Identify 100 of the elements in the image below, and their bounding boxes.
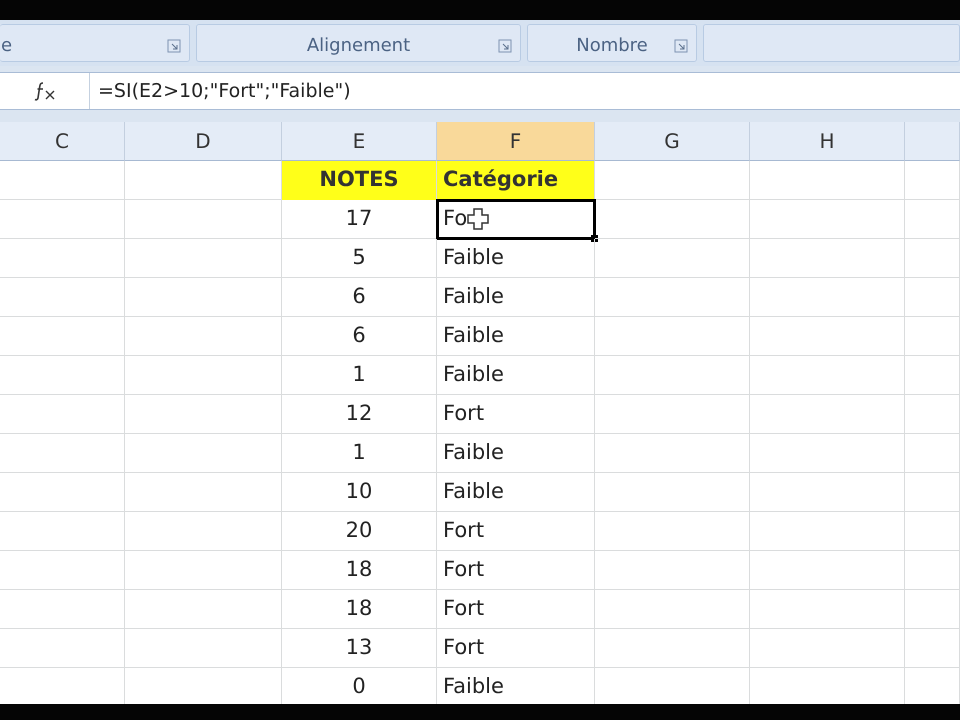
empty-cell[interactable]	[0, 629, 125, 668]
empty-cell[interactable]	[750, 629, 905, 668]
empty-cell[interactable]	[0, 161, 125, 200]
dialog-launcher-icon[interactable]	[167, 39, 181, 53]
category-cell-text: Fort	[443, 556, 484, 584]
number-cell: 1	[282, 356, 437, 395]
empty-cell[interactable]	[0, 512, 125, 551]
empty-cell[interactable]	[905, 512, 960, 551]
number-cell: 5	[282, 239, 437, 278]
number-cell: 12	[282, 395, 437, 434]
empty-cell[interactable]	[750, 161, 905, 200]
empty-cell[interactable]	[595, 590, 750, 629]
category-cell-text: Fort	[443, 517, 484, 544]
empty-cell[interactable]	[0, 356, 125, 395]
number-cell: 17	[282, 200, 437, 239]
category-cell-text: Faible	[443, 322, 504, 350]
category-cell-text: Faible	[443, 478, 504, 506]
ribbon-group-label: e	[1, 34, 12, 58]
empty-cell[interactable]	[125, 590, 282, 629]
number-cell: 18	[282, 551, 437, 590]
column-header[interactable]: C	[0, 122, 125, 161]
empty-cell[interactable]	[750, 395, 905, 434]
empty-cell[interactable]	[905, 629, 960, 668]
empty-cell[interactable]	[905, 356, 960, 395]
category-cell-text: Faible	[443, 283, 504, 310]
ribbon-group-label: Alignement	[306, 34, 410, 58]
empty-cell[interactable]	[905, 551, 960, 590]
empty-cell[interactable]	[125, 434, 282, 473]
column-header[interactable]: E	[282, 122, 437, 161]
empty-cell[interactable]	[0, 551, 125, 590]
empty-cell[interactable]	[750, 356, 905, 395]
empty-cell[interactable]	[595, 200, 750, 239]
empty-cell[interactable]	[595, 317, 750, 356]
number-cell: 10	[282, 473, 437, 512]
selected-cell[interactable]: Fo	[437, 200, 595, 239]
empty-cell[interactable]	[905, 473, 960, 512]
dialog-launcher-icon[interactable]	[674, 39, 688, 53]
empty-cell[interactable]	[905, 239, 960, 278]
number-cell: 6	[282, 317, 437, 356]
category-cell-text: Fort	[443, 400, 484, 428]
empty-cell[interactable]	[595, 434, 750, 473]
empty-cell[interactable]	[0, 239, 125, 278]
empty-cell[interactable]	[0, 278, 125, 317]
empty-cell[interactable]	[0, 590, 125, 629]
empty-cell[interactable]	[750, 473, 905, 512]
empty-cell[interactable]	[125, 473, 282, 512]
empty-cell[interactable]	[750, 590, 905, 629]
empty-cell[interactable]	[125, 317, 282, 356]
empty-cell[interactable]	[125, 629, 282, 668]
empty-cell[interactable]	[905, 317, 960, 356]
number-cell: 18	[282, 590, 437, 629]
dialog-launcher-icon[interactable]	[498, 39, 512, 53]
empty-cell[interactable]	[0, 434, 125, 473]
column-header[interactable]: D	[125, 122, 282, 161]
category-cell-text: Fort	[443, 595, 484, 622]
empty-cell[interactable]	[905, 434, 960, 473]
empty-cell[interactable]	[0, 473, 125, 512]
column-header[interactable]: F	[437, 122, 595, 161]
header-cell: NOTES	[282, 161, 437, 200]
empty-cell[interactable]	[905, 200, 960, 239]
empty-cell[interactable]	[595, 473, 750, 512]
empty-cell[interactable]	[125, 512, 282, 551]
empty-cell[interactable]	[905, 278, 960, 317]
empty-cell[interactable]	[595, 551, 750, 590]
column-header[interactable]: G	[595, 122, 750, 161]
empty-cell[interactable]	[0, 395, 125, 434]
ribbon-group-label: Nombre	[576, 34, 648, 58]
function-icon[interactable]	[34, 81, 56, 101]
empty-cell[interactable]	[125, 395, 282, 434]
empty-cell[interactable]	[125, 200, 282, 239]
column-header[interactable]	[905, 122, 960, 161]
category-cell-text: Faible	[443, 361, 504, 388]
empty-cell[interactable]	[750, 551, 905, 590]
category-cell-text: Faible	[443, 244, 504, 272]
empty-cell[interactable]	[595, 629, 750, 668]
empty-cell[interactable]	[750, 239, 905, 278]
category-cell-text: Faible	[443, 673, 504, 700]
empty-cell[interactable]	[595, 395, 750, 434]
empty-cell[interactable]	[750, 512, 905, 551]
empty-cell[interactable]	[125, 239, 282, 278]
empty-cell[interactable]	[595, 239, 750, 278]
empty-cell[interactable]	[0, 200, 125, 239]
empty-cell[interactable]	[750, 434, 905, 473]
empty-cell[interactable]	[750, 317, 905, 356]
empty-cell[interactable]	[0, 317, 125, 356]
empty-cell[interactable]	[125, 278, 282, 317]
empty-cell[interactable]	[905, 590, 960, 629]
empty-cell[interactable]	[905, 161, 960, 200]
empty-cell[interactable]	[595, 356, 750, 395]
empty-cell[interactable]	[905, 395, 960, 434]
empty-cell[interactable]	[125, 551, 282, 590]
empty-cell[interactable]	[595, 512, 750, 551]
empty-cell[interactable]	[125, 356, 282, 395]
column-header[interactable]: H	[750, 122, 905, 161]
category-cell-text: Fort	[443, 634, 484, 662]
empty-cell[interactable]	[595, 278, 750, 317]
empty-cell[interactable]	[750, 278, 905, 317]
cursor-icon	[467, 208, 489, 230]
category-cell-text: Faible	[443, 439, 504, 466]
empty-cell[interactable]	[750, 200, 905, 239]
